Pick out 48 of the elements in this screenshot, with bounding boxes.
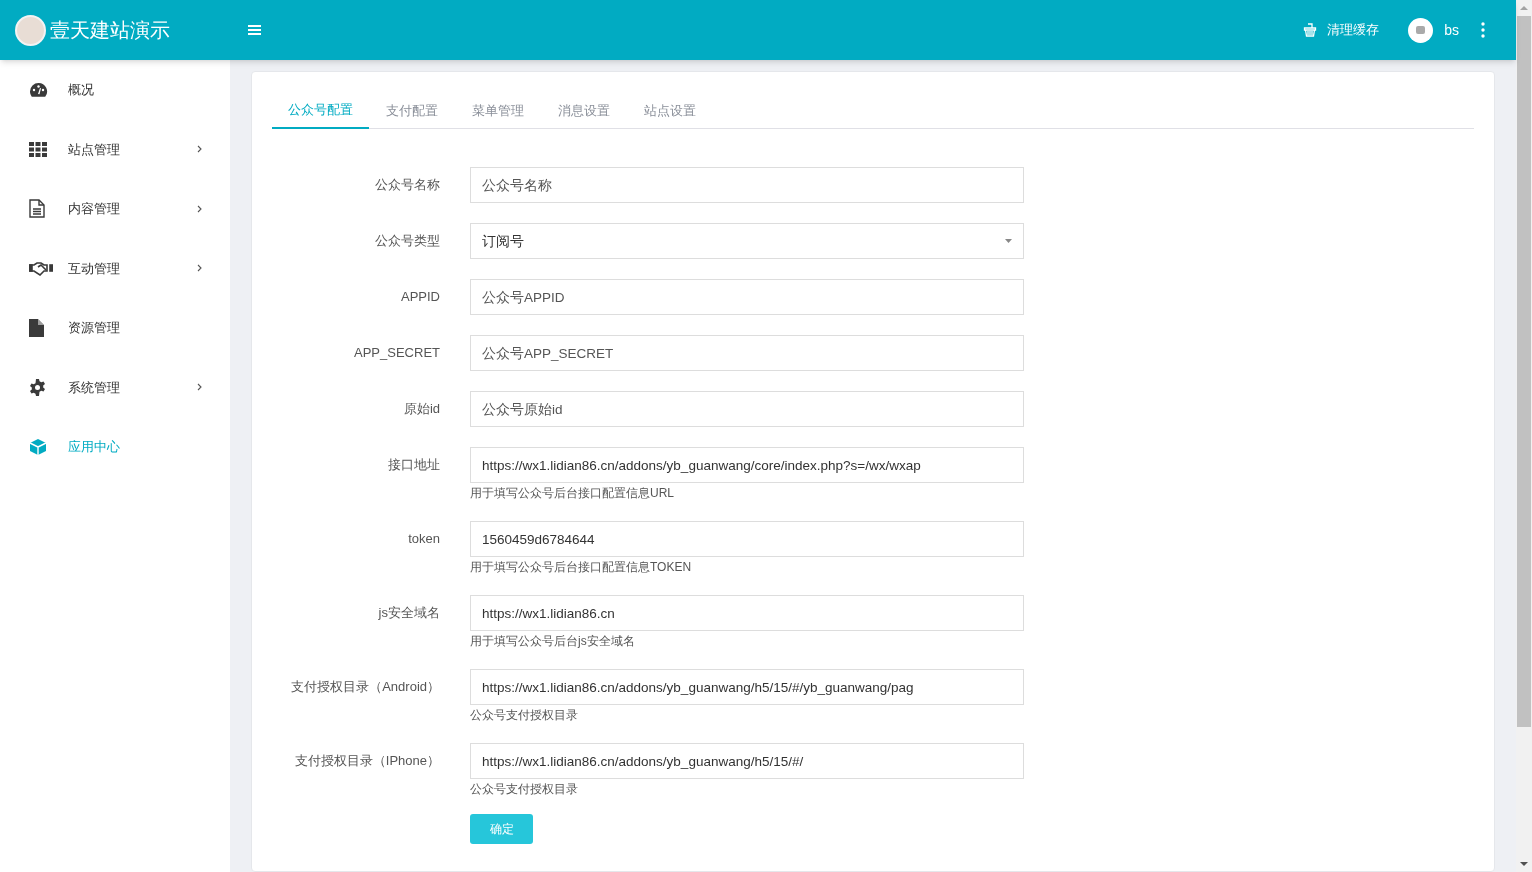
handshake-icon bbox=[29, 260, 53, 276]
input-field[interactable]: 公众号APPID bbox=[470, 279, 1024, 315]
input-field[interactable]: https://wx1.lidian86.cn/addons/yb_guanwang/h5/15/#/yb_guanwang/pag bbox=[470, 669, 1024, 705]
field-label: 公众号类型 bbox=[374, 232, 441, 250]
input-field[interactable]: https://wx1.lidian86.cn/addons/yb_guanwang/core/index.php?s=/wx/wxap bbox=[470, 447, 1024, 483]
sidebar-item[interactable]: 站点管理 bbox=[0, 119, 230, 179]
help-text: 公众号支付授权目录 bbox=[470, 781, 579, 798]
scrollbar[interactable] bbox=[1516, 0, 1532, 872]
more-icon[interactable] bbox=[1481, 22, 1485, 38]
dropdown-caret-icon bbox=[1005, 239, 1012, 243]
sidebar-item[interactable]: 系统管理 bbox=[0, 357, 230, 417]
input-field[interactable]: 公众号原始id bbox=[470, 391, 1024, 427]
scroll-down-icon[interactable] bbox=[1520, 861, 1528, 867]
sidebar-item[interactable]: 概况 bbox=[0, 60, 230, 120]
sidebar-item[interactable]: 内容管理 bbox=[0, 179, 230, 239]
field-label: 支付授权目录（Android） bbox=[290, 678, 441, 696]
cube-icon bbox=[29, 437, 47, 456]
input-field[interactable]: https://wx1.lidian86.cn bbox=[470, 595, 1024, 631]
input-field[interactable]: 1560459d6784644 bbox=[470, 521, 1024, 557]
field-label: token bbox=[407, 530, 441, 548]
field-label: APP_SECRET bbox=[353, 344, 441, 362]
select-field[interactable]: 订阅号 bbox=[470, 223, 1024, 259]
help-text: 用于填写公众号后台接口配置信息URL bbox=[470, 485, 675, 502]
input-field[interactable]: 公众号APP_SECRET bbox=[470, 335, 1024, 371]
grid-icon bbox=[29, 141, 47, 157]
input-field[interactable]: 公众号名称 bbox=[470, 167, 1024, 203]
gear-icon bbox=[29, 378, 46, 396]
brand-title: 壹天建站演示 bbox=[50, 18, 170, 43]
field-label: APPID bbox=[400, 288, 441, 306]
help-text: 用于填写公众号后台js安全域名 bbox=[470, 633, 636, 650]
help-text: 用于填写公众号后台接口配置信息TOKEN bbox=[470, 559, 693, 576]
field-label: 支付授权目录（IPhone） bbox=[293, 752, 441, 770]
scroll-up-icon[interactable] bbox=[1520, 5, 1528, 11]
sidebar-item[interactable]: 互动管理 bbox=[0, 238, 230, 298]
sidebar-item[interactable]: 资源管理 bbox=[0, 298, 230, 358]
input-field[interactable]: https://wx1.lidian86.cn/addons/yb_guanwang/h5/15/#/ bbox=[470, 743, 1024, 779]
field-label: 公众号名称 bbox=[374, 176, 441, 194]
field-label: js安全域名 bbox=[377, 604, 441, 622]
file-icon bbox=[29, 318, 44, 337]
document-icon bbox=[29, 199, 45, 219]
basket-icon bbox=[1303, 23, 1318, 37]
field-label: 接口地址 bbox=[387, 456, 441, 474]
dashboard-icon bbox=[29, 81, 48, 98]
avatar-icon[interactable] bbox=[1408, 17, 1434, 43]
help-text: 公众号支付授权目录 bbox=[470, 707, 579, 724]
menu-icon[interactable] bbox=[248, 24, 262, 36]
field-label: 原始id bbox=[402, 400, 441, 418]
logo-icon bbox=[15, 14, 46, 46]
